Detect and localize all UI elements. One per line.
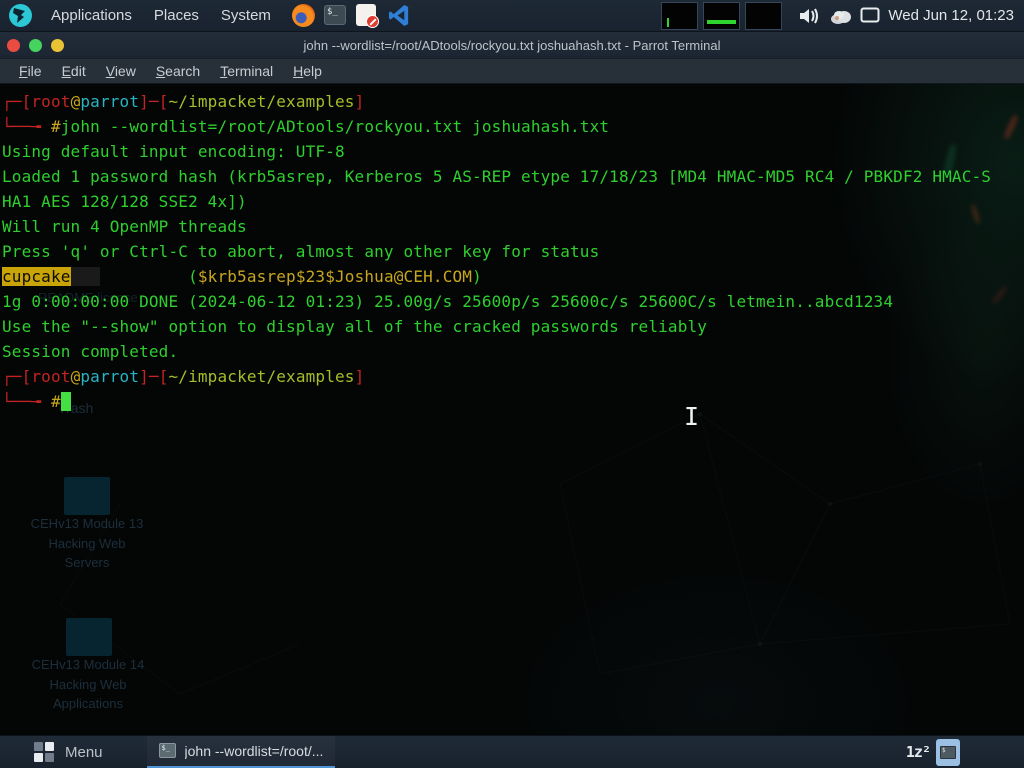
terminal-line: Loaded 1 password hash (krb5asrep, Kerbe… xyxy=(2,164,991,189)
weather-cloud-icon[interactable] xyxy=(829,7,853,25)
screen-icon[interactable] xyxy=(860,7,880,24)
menu-view[interactable]: View xyxy=(97,63,145,79)
task-terminal-icon: $_ xyxy=(159,743,176,758)
menu-file[interactable]: File xyxy=(10,63,51,79)
vscode-icon[interactable] xyxy=(388,4,411,27)
parrot-menu-icon[interactable] xyxy=(9,4,32,27)
terminal-line: Use the "--show" option to display all o… xyxy=(2,314,991,339)
terminal-line: Press 'q' or Ctrl-C to abort, almost any… xyxy=(2,239,991,264)
terminal-line: └──╼ # xyxy=(2,389,991,414)
terminal-menubar: FileEditViewSearchTerminalHelp xyxy=(0,59,1024,84)
terminal-line: cupcake ($krb5asrep$23$Joshua@CEH.COM) xyxy=(2,264,991,289)
menu-button-label: Menu xyxy=(65,744,103,761)
top-panel: ApplicationsPlacesSystem $_ xyxy=(0,0,1024,32)
terminal-body[interactable]: README.license Trash CEHv13 Module 13Hac… xyxy=(0,84,1024,735)
cpu-graph[interactable] xyxy=(661,2,698,30)
active-terminal-tray-icon[interactable]: $ xyxy=(936,739,960,766)
volume-icon[interactable] xyxy=(798,5,822,27)
menu-button[interactable]: Menu xyxy=(0,736,119,768)
clock[interactable]: Wed Jun 12, 01:23 xyxy=(888,7,1014,24)
workspace-zz-icon[interactable]: 1z² xyxy=(906,743,930,761)
firefox-icon[interactable] xyxy=(292,4,315,27)
network-graph[interactable] xyxy=(745,2,782,30)
panel-menu-applications[interactable]: Applications xyxy=(40,0,143,32)
taskbar-window-button[interactable]: $_ john --wordlist=/root/... xyxy=(147,736,336,768)
terminal-output: ┌─[root@parrot]─[~/impacket/examples]└──… xyxy=(2,89,991,414)
terminal-line: 1g 0:00:00:00 DONE (2024-06-12 01:23) 25… xyxy=(2,289,991,314)
desktop-screen: ApplicationsPlacesSystem $_ xyxy=(0,0,1024,768)
desktop-folder-label-module14: CEHv13 Module 14Hacking WebApplications xyxy=(23,655,153,714)
terminal-line: HA1 AES 128/128 SSE2 4x]) xyxy=(2,189,991,214)
folder-icon xyxy=(64,477,110,515)
terminal-line: Will run 4 OpenMP threads xyxy=(2,214,991,239)
quick-launchers: $_ xyxy=(292,4,411,27)
system-monitors xyxy=(661,2,782,30)
window-title: john --wordlist=/root/ADtools/rockyou.tx… xyxy=(0,38,1024,53)
terminal-window: john --wordlist=/root/ADtools/rockyou.tx… xyxy=(0,32,1024,735)
task-button-label: john --wordlist=/root/... xyxy=(185,743,324,759)
bottom-taskbar: Menu $_ john --wordlist=/root/... 1z² $ xyxy=(0,735,1024,768)
menu-search[interactable]: Search xyxy=(147,63,209,79)
menu-terminal[interactable]: Terminal xyxy=(211,63,282,79)
memory-graph[interactable] xyxy=(703,2,740,30)
window-titlebar[interactable]: john --wordlist=/root/ADtools/rockyou.tx… xyxy=(0,32,1024,59)
folder-icon xyxy=(66,618,112,656)
menu-help[interactable]: Help xyxy=(284,63,331,79)
menu-edit[interactable]: Edit xyxy=(53,63,95,79)
redshift-icon[interactable] xyxy=(356,4,379,27)
terminal-line: Session completed. xyxy=(2,339,991,364)
terminal-line: Using default input encoding: UTF-8 xyxy=(2,139,991,164)
desktop-folder-label-module13: CEHv13 Module 13Hacking WebServers xyxy=(22,514,152,573)
panel-menu-places[interactable]: Places xyxy=(143,0,210,32)
terminal-line: ┌─[root@parrot]─[~/impacket/examples] xyxy=(2,89,991,114)
terminal-line: ┌─[root@parrot]─[~/impacket/examples] xyxy=(2,364,991,389)
panel-menu-system[interactable]: System xyxy=(210,0,282,32)
terminal-icon[interactable]: $_ xyxy=(324,4,347,27)
menu-grid-icon xyxy=(34,742,54,762)
terminal-line: └──╼ #john --wordlist=/root/ADtools/rock… xyxy=(2,114,991,139)
